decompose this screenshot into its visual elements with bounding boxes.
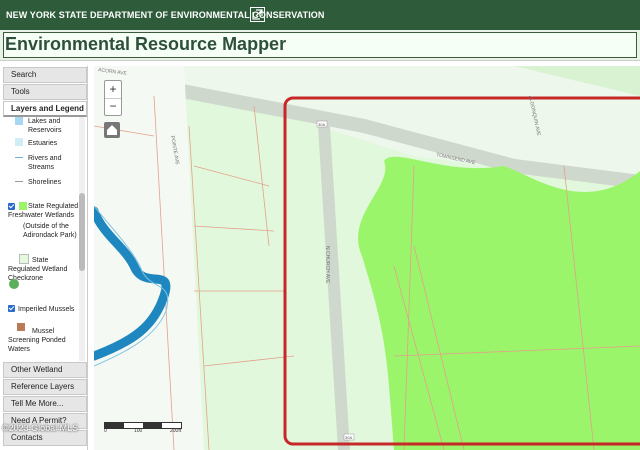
tell-me-more-button[interactable]: Tell Me More... [3, 396, 87, 412]
legend-rivers: Rivers and Streams [28, 155, 62, 171]
lakes-swatch [15, 117, 23, 125]
legend-panel: Lakes and Reservoirs Estuaries Rivers an… [3, 117, 87, 361]
app-title: Environmental Resource Mapper [5, 34, 287, 54]
route-shield-north-label: 30A [318, 122, 325, 127]
legend-scroll-thumb[interactable] [79, 193, 85, 271]
info-icon[interactable] [9, 279, 19, 289]
layers-legend-button[interactable]: Layers and Legend [3, 101, 87, 117]
zoom-control: + − [104, 80, 122, 116]
scale-label-200: 200ft [170, 428, 182, 434]
zoom-in-button[interactable]: + [105, 81, 121, 99]
watermark: ©2023 Global MLS [2, 423, 79, 433]
legend-freshwater: State Regulated Freshwater Wetlands [8, 203, 79, 219]
external-link-icon[interactable] [250, 7, 265, 22]
road-label-church: N CHURCH AVE [324, 246, 330, 284]
scale-label-100: 100 [134, 428, 143, 434]
legend-shorelines: Shorelines [28, 179, 62, 186]
legend-estuaries: Estuaries [28, 140, 58, 147]
scale-label-0: 0 [104, 428, 107, 434]
search-button[interactable]: Search [3, 67, 87, 83]
map-view[interactable]: TOWNSEND AVE ALGONQUIN AVE N CHURCH AVE … [94, 66, 640, 450]
zoom-out-button[interactable]: − [105, 98, 121, 115]
estuaries-swatch [15, 138, 23, 146]
freshwater-wetland [358, 156, 640, 450]
mussels-checkbox[interactable] [8, 305, 15, 312]
agency-name: NEW YORK STATE DEPARTMENT OF ENVIRONMENT… [6, 10, 325, 20]
legend-checkzone: State Regulated Wetland Checkzone [8, 257, 68, 282]
legend-mussels: Imperiled Mussels [18, 306, 75, 313]
reference-layers-button[interactable]: Reference Layers [3, 379, 87, 395]
legend-mussel-zone: Mussel Screening Ponded Waters [8, 328, 66, 353]
route-shield-south-label: 30A [345, 435, 352, 440]
other-wetland-layers-button[interactable]: Other Wetland Layers [3, 362, 87, 388]
rivers-swatch [15, 157, 23, 158]
shorelines-swatch [15, 181, 23, 182]
tools-button[interactable]: Tools [3, 84, 87, 100]
home-icon[interactable] [104, 122, 120, 138]
legend-freshwater-note: (Outside of the Adirondack Park) [23, 223, 77, 239]
